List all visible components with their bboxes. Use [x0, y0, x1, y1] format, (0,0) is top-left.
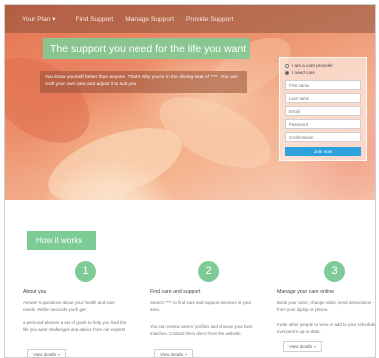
step-description-extra: You can review carers' profiles and choo…	[150, 324, 253, 336]
step-title: Manage your care online	[277, 289, 335, 295]
radio-care-provider-circle[interactable]	[285, 63, 289, 68]
radio-care-provider-label: I am a care provider	[292, 63, 333, 68]
last-name-input[interactable]	[285, 93, 361, 103]
hero-banner: The support you need for the life you wa…	[5, 5, 375, 200]
nav-item-your-plan[interactable]: Your Plan ▾	[22, 15, 56, 23]
signup-form: I am a care provider I need care Join no…	[279, 57, 367, 161]
page-frame: The support you need for the life you wa…	[4, 4, 376, 358]
step-description-extra: Invite other people to view or add to yo…	[277, 322, 376, 334]
radio-need-care[interactable]: I need care	[285, 69, 361, 76]
password-input[interactable]	[285, 119, 361, 129]
radio-need-care-circle[interactable]	[285, 70, 289, 75]
hero-text-box: You know yourself better than anyone. Th…	[40, 71, 247, 93]
hero-title: The support you need for the life you wa…	[50, 42, 247, 55]
view-details-button[interactable]: View details »	[27, 349, 67, 357]
join-now-button[interactable]: Join now	[285, 147, 361, 156]
nav-item-find-support[interactable]: Find Support	[76, 16, 114, 23]
email-input[interactable]	[285, 106, 361, 116]
how-it-works-heading: How it works	[27, 231, 96, 250]
step-description-extra: a personal planner a set of goals to hel…	[23, 320, 127, 332]
hero-text: You know yourself better than anyone. Th…	[45, 75, 238, 87]
hero-title-box: The support you need for the life you wa…	[43, 38, 250, 59]
confirmation-input[interactable]	[285, 132, 361, 142]
view-details-button[interactable]: View details »	[283, 341, 323, 352]
step-number-badge: 1	[75, 261, 96, 282]
step-description: Book your carer, change visits, send ins…	[277, 300, 376, 312]
step-title: Find care and support	[150, 289, 201, 295]
nav-item-provide-support[interactable]: Provide Support	[186, 16, 233, 23]
nav-item-manage-support[interactable]: Manage Support	[125, 16, 174, 23]
step-number-badge: 2	[198, 261, 219, 282]
radio-need-care-label: I need care	[292, 70, 315, 75]
first-name-input[interactable]	[285, 80, 361, 90]
step-description: Search **** to find care and support ser…	[150, 300, 252, 312]
step-description: Answer 5 questions about your health and…	[23, 300, 115, 312]
view-details-button[interactable]: View details »	[154, 349, 194, 357]
radio-care-provider[interactable]: I am a care provider	[285, 62, 361, 69]
top-navbar: Your Plan ▾ Find Support Manage Support …	[5, 5, 375, 33]
step-number-badge: 3	[324, 261, 345, 282]
step-title: About you	[23, 289, 47, 295]
